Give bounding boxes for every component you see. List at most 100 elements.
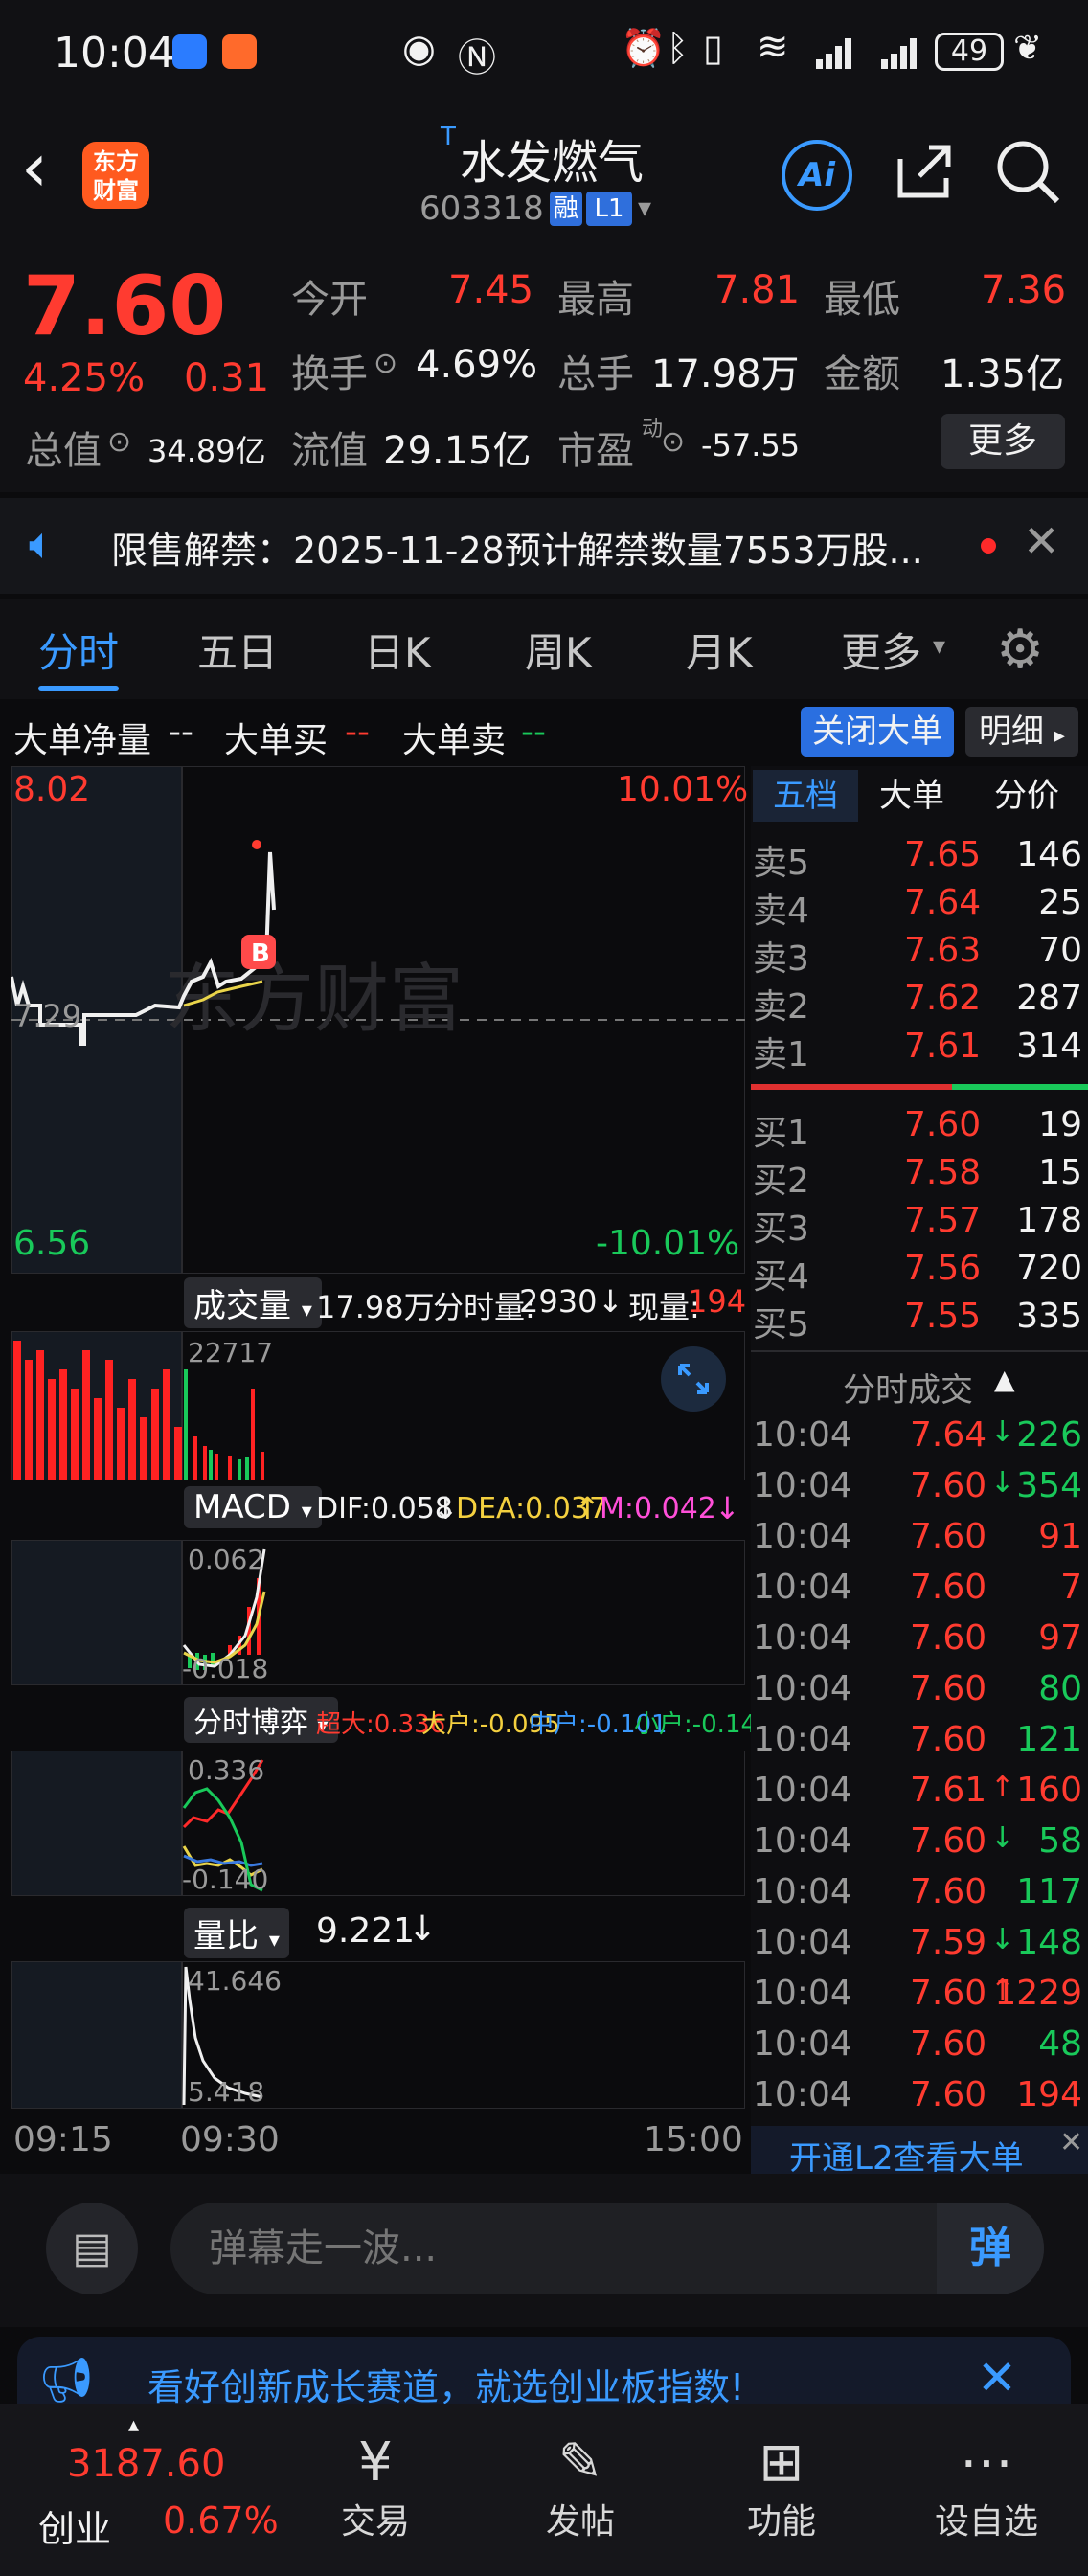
mktcap-label: 总值 — [25, 429, 102, 473]
notice-bar[interactable]: 🔈︎ 限售解禁：2025-11-28预计解禁数量7553万股... ✕ — [0, 498, 1088, 594]
l2-link[interactable]: 开通L2查看大单 — [789, 2132, 1024, 2179]
ratio-chart[interactable] — [11, 1961, 745, 2109]
sell-row[interactable]: 卖5 7.65 146 — [751, 835, 1088, 883]
nav-functions[interactable]: ⊞ 功能 — [705, 2432, 858, 2543]
buy-volume: 720 — [1016, 1249, 1082, 1288]
nav-trade[interactable]: ¥ 交易 — [299, 2432, 452, 2543]
comment-input[interactable] — [209, 2220, 898, 2277]
l2-promo[interactable]: 开通L2查看大单 ✕ — [751, 2126, 1088, 2178]
ai-button[interactable]: Ai — [782, 140, 852, 211]
trade-volume: 226 — [1016, 1415, 1082, 1455]
share-icon[interactable] — [893, 140, 956, 203]
buy-row[interactable]: 买4 7.56 720 — [751, 1249, 1088, 1297]
index-value[interactable]: 3187.60 — [67, 2442, 225, 2486]
orderbook-tab-big[interactable]: 大单 — [879, 770, 944, 822]
caret-up-icon[interactable]: ▲ — [994, 1364, 1015, 1395]
trade-volume: 58 — [1038, 1821, 1082, 1861]
trade-row: 10:04 7.60 194 — [751, 2075, 1088, 2125]
gear-icon[interactable]: ⚙ — [996, 619, 1044, 681]
trade-row: 10:04 7.60 7 — [751, 1568, 1088, 1617]
chevron-down-icon[interactable]: ▾ — [933, 632, 945, 661]
nav-trade-label: 交易 — [340, 2502, 410, 2542]
danmaku-settings-icon[interactable]: ▤ — [46, 2203, 138, 2294]
trade-time: 10:04 — [753, 2024, 852, 2064]
chevron-down-icon[interactable]: ▾ — [638, 192, 651, 223]
search-icon[interactable] — [994, 138, 1063, 207]
trade-price: 7.60 — [910, 2075, 987, 2114]
more-dots-icon: ⋯ — [960, 2431, 1013, 2494]
tab-month-k[interactable]: 月K — [686, 621, 753, 679]
tab-week-k[interactable]: 周K — [525, 621, 592, 679]
notice-text[interactable]: 限售解禁：2025-11-28预计解禁数量7553万股... — [111, 521, 954, 574]
buy-row[interactable]: 买3 7.57 178 — [751, 1201, 1088, 1249]
close-icon[interactable]: ✕ — [977, 2350, 1017, 2406]
buy-price: 7.60 — [904, 1105, 982, 1144]
battery-icon: 49 — [935, 33, 1004, 71]
last-price: 7.60 — [23, 259, 227, 354]
buy-row[interactable]: 买5 7.55 335 — [751, 1297, 1088, 1344]
game-chart[interactable] — [11, 1751, 745, 1896]
sell-row[interactable]: 卖3 7.63 70 — [751, 931, 1088, 979]
chart-bottom-price: 6.56 — [13, 1224, 91, 1263]
ratio-axis-top: 41.646 — [188, 1965, 282, 1997]
banner-text[interactable]: 看好创新成长赛道，就选创业板指数! — [147, 2358, 744, 2410]
volume-chart[interactable] — [11, 1331, 745, 1480]
trades-title[interactable]: 分时成交 — [843, 1364, 973, 1411]
notification-app-icon — [222, 34, 257, 69]
close-big-order-button[interactable]: 关闭大单 — [801, 707, 954, 757]
low-label: 最低 — [824, 278, 900, 322]
close-icon[interactable]: ✕ — [1059, 2126, 1083, 2159]
detail-button[interactable]: 明细 ▸ — [965, 707, 1078, 757]
chart-area: 大单净量 -- 大单买 -- 大单卖 -- 关闭大单 明细 ▸ 东方财富 B 8… — [0, 699, 1088, 2178]
bottom-nav: ▴ 3187.60 创业 0.67% ¥ 交易 ✎ 发帖 ⊞ 功能 ⋯ 设自选 — [0, 2404, 1088, 2576]
nav-watchlist-label: 设自选 — [934, 2502, 1038, 2542]
tab-day-k[interactable]: 日K — [364, 621, 431, 679]
chart-watermark: 东方财富 — [165, 957, 464, 1043]
macd-indicator-select[interactable]: MACD ▾ — [184, 1486, 322, 1528]
alarm-icon: ⏰ — [621, 27, 667, 69]
orderbook-tab-price[interactable]: 分价 — [994, 770, 1059, 822]
down-arrow-icon: ↓ — [408, 1909, 438, 1949]
volume-indicator-select[interactable]: 成交量 ▾ — [184, 1277, 322, 1328]
unread-dot — [981, 538, 996, 554]
yuan-icon: ¥ — [358, 2431, 393, 2494]
info-icon[interactable]: ⊙ — [661, 425, 685, 459]
nav-post[interactable]: ✎ 发帖 — [504, 2432, 657, 2543]
buy-row[interactable]: 买1 7.60 19 — [751, 1105, 1088, 1153]
info-icon[interactable]: ⊙ — [374, 347, 397, 380]
sell-row[interactable]: 卖4 7.64 25 — [751, 883, 1088, 931]
info-icon[interactable]: ⊙ — [107, 425, 131, 459]
sell-row[interactable]: 卖1 7.61 314 — [751, 1027, 1088, 1074]
trade-list[interactable]: 10:04 7.64 ↓ 226 10:04 7.60 ↓ 354 10:04 7.60 91 10:… — [751, 1415, 1088, 2124]
back-icon[interactable]: ‹ — [21, 134, 48, 201]
comment-input-wrap[interactable]: 弹 — [170, 2203, 1044, 2294]
ratio-indicator-select[interactable]: 量比 ▾ — [184, 1908, 289, 1958]
tab-intraday[interactable]: 分时 — [38, 621, 119, 679]
nav-watchlist[interactable]: ⋯ 设自选 — [910, 2432, 1063, 2543]
send-danmaku-button[interactable]: 弹 — [937, 2203, 1044, 2294]
sell-row[interactable]: 卖2 7.62 287 — [751, 979, 1088, 1027]
sell-volume: 70 — [1038, 931, 1082, 970]
tab-more[interactable]: 更多 — [841, 621, 921, 679]
buy-level-label: 买4 — [753, 1257, 809, 1297]
tab-five-day[interactable]: 五日 — [197, 621, 278, 679]
index-name[interactable]: 创业 — [38, 2499, 111, 2552]
intraday-price-chart[interactable]: 东方财富 B — [11, 766, 745, 1274]
orderbook-tab-five[interactable]: 五档 — [753, 770, 858, 822]
close-icon[interactable]: ✕ — [1023, 515, 1060, 567]
volume-total: 17.98万 — [316, 1289, 435, 1325]
trade-time: 10:04 — [753, 1618, 852, 1658]
big-order-sell-value: -- — [521, 712, 546, 752]
high-label: 最高 — [557, 278, 634, 322]
big-order-net-value: -- — [169, 712, 193, 752]
buy-price: 7.57 — [904, 1201, 982, 1240]
sell-price: 7.63 — [904, 931, 982, 970]
caret-up-icon: ▴ — [128, 2413, 140, 2437]
macd-chart[interactable] — [11, 1540, 745, 1685]
game-indicator-select[interactable]: 分时博弈 ▾ — [184, 1697, 338, 1743]
logo-text-line1: 东方 — [93, 148, 139, 175]
more-button[interactable]: 更多 — [941, 414, 1065, 469]
buy-volume: 15 — [1038, 1153, 1082, 1192]
macd-axis-top: 0.062 — [188, 1544, 265, 1575]
buy-row[interactable]: 买2 7.58 15 — [751, 1153, 1088, 1201]
